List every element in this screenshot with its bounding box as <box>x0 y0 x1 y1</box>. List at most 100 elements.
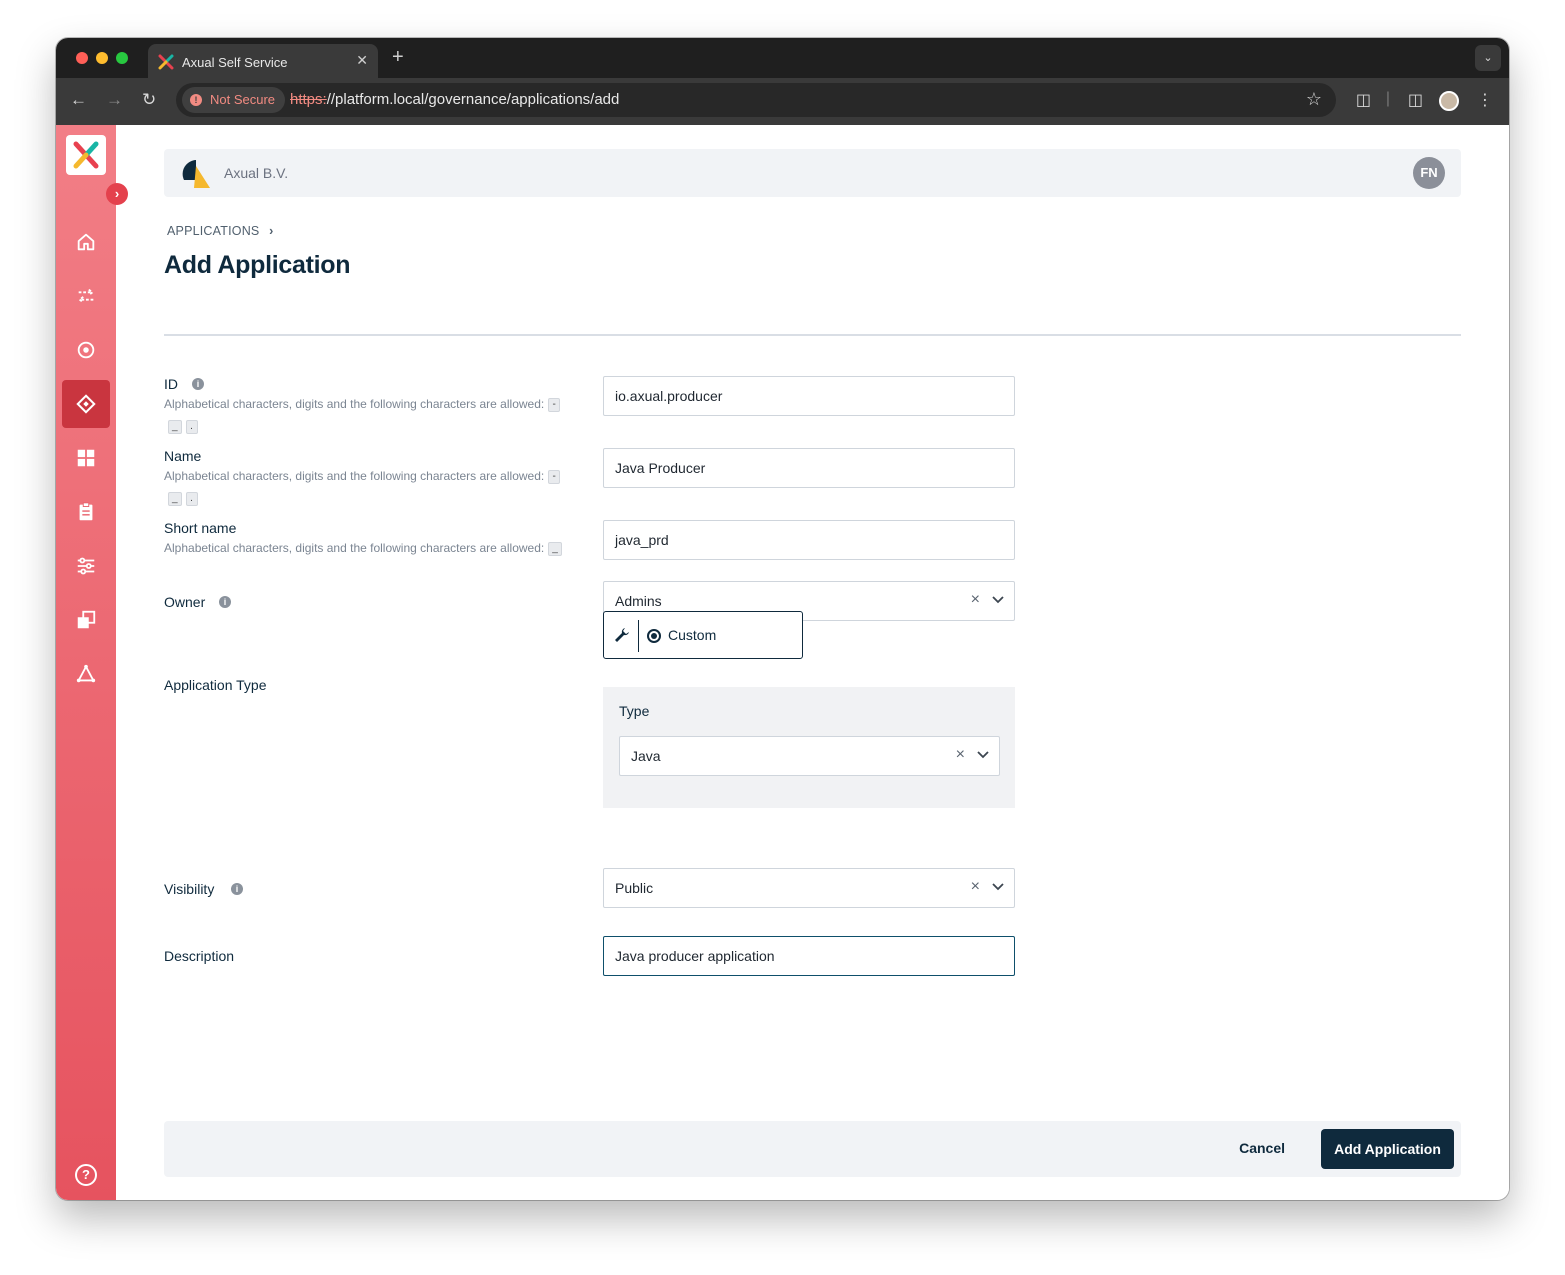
url-scheme: https: <box>290 91 327 108</box>
type-panel: Type Java × <box>603 687 1015 808</box>
page-title: Add Application <box>164 251 351 279</box>
description-label: Description <box>164 948 235 964</box>
chip-dot: . <box>185 491 198 506</box>
visibility-info-icon[interactable]: i <box>231 883 243 895</box>
type-chevron-down-icon[interactable] <box>976 747 990 761</box>
tab-title: Axual Self Service <box>182 55 288 70</box>
id-info-icon[interactable]: i <box>192 378 204 390</box>
sidebar-item-environments[interactable] <box>62 326 110 374</box>
sidebar-item-applications[interactable] <box>62 380 110 428</box>
id-label: ID <box>164 376 178 392</box>
user-avatar[interactable]: FN <box>1413 157 1445 189</box>
not-secure-icon: ! <box>190 94 202 106</box>
settings-sliders-icon <box>77 557 95 575</box>
chip-dot: . <box>185 419 198 434</box>
security-indicator[interactable]: ! Not Secure <box>182 87 286 113</box>
org-name: Axual B.V. <box>224 165 289 181</box>
breadcrumb-chevron-icon: › <box>269 224 274 238</box>
short-name-hint-text: Alphabetical characters, digits and the … <box>164 541 545 555</box>
title-divider <box>164 334 1461 336</box>
visibility-select[interactable]: Public × <box>603 868 1015 908</box>
help-icon[interactable]: ? <box>75 1164 97 1186</box>
copy-icon <box>77 610 96 629</box>
more-menu-icon[interactable]: ⋮ <box>1477 90 1493 110</box>
chip-hyphen: - <box>548 469 561 484</box>
form-footer: Cancel Add Application <box>164 1121 1461 1177</box>
side-panel-icon[interactable]: ◫ <box>1408 90 1423 110</box>
cancel-button[interactable]: Cancel <box>1239 1140 1285 1156</box>
option-separator <box>638 620 639 652</box>
custom-option-label: Custom <box>668 627 717 643</box>
url-path: //platform.local/governance/applications… <box>326 91 620 108</box>
short-name-input[interactable]: java_prd <box>603 520 1015 560</box>
owner-selected-value: Admins <box>615 593 662 609</box>
custom-radio-selected[interactable] <box>647 629 661 643</box>
type-label: Type <box>619 703 650 719</box>
dashboard-icon <box>77 449 95 467</box>
sidebar-item-copy[interactable] <box>62 596 110 644</box>
network-icon <box>76 664 96 683</box>
chip-underscore: _ <box>548 541 562 556</box>
axual-favicon-icon <box>158 54 174 70</box>
back-arrow-icon[interactable]: ← <box>70 90 87 110</box>
breadcrumb-applications-link[interactable]: APPLICATIONS <box>167 224 259 238</box>
close-window-button[interactable] <box>76 52 88 64</box>
sidebar-item-dashboard[interactable] <box>62 434 110 482</box>
chip-hyphen: - <box>548 397 561 412</box>
home-icon <box>77 233 95 251</box>
sidebar-item-settings[interactable] <box>62 542 110 590</box>
clipboard-icon <box>79 502 93 521</box>
tab-search-chevron-icon[interactable]: ⌄ <box>1475 45 1501 71</box>
sidebar: › ? <box>56 125 128 1200</box>
short-name-label: Short name <box>164 520 237 536</box>
reload-icon[interactable]: ↻ <box>142 90 156 110</box>
short-name-hint: Alphabetical characters, digits and the … <box>164 537 564 559</box>
wrench-icon <box>615 628 629 642</box>
type-clear-icon[interactable]: × <box>956 746 965 764</box>
profile-avatar[interactable] <box>1439 91 1459 111</box>
axual-logo-icon <box>73 141 99 169</box>
owner-chevron-down-icon[interactable] <box>991 592 1005 606</box>
name-hint: Alphabetical characters, digits and the … <box>164 465 564 509</box>
sidebar-item-streams[interactable] <box>62 272 110 320</box>
visibility-selected-value: Public <box>615 880 654 896</box>
chip-underscore: _ <box>168 419 182 434</box>
bookmark-star-icon[interactable]: ☆ <box>1306 89 1322 110</box>
minimize-window-button[interactable] <box>96 52 108 64</box>
new-tab-button[interactable]: + <box>392 46 404 69</box>
visibility-clear-icon[interactable]: × <box>971 878 980 896</box>
description-input[interactable]: Java producer application <box>603 936 1015 976</box>
tab-close-icon[interactable]: ✕ <box>356 52 368 69</box>
name-hint-text: Alphabetical characters, digits and the … <box>164 469 545 483</box>
name-input[interactable]: Java Producer <box>603 448 1015 488</box>
sidebar-item-network[interactable] <box>62 650 110 698</box>
url-text[interactable]: https://platform.local/governance/applic… <box>290 91 619 108</box>
browser-tab[interactable]: Axual Self Service ✕ <box>148 44 378 78</box>
chip-underscore: _ <box>168 491 182 506</box>
org-logo-icon <box>182 160 210 188</box>
axual-logo[interactable] <box>66 135 106 175</box>
browser-toolbar: ← → ↻ ! Not Secure https://platform.loca… <box>56 78 1509 125</box>
address-bar[interactable]: ! Not Secure https://platform.local/gove… <box>176 83 1336 117</box>
visibility-chevron-down-icon[interactable] <box>991 879 1005 893</box>
id-input[interactable]: io.axual.producer <box>603 376 1015 416</box>
application-type-label: Application Type <box>164 677 267 693</box>
sidebar-item-home[interactable] <box>62 218 110 266</box>
name-label: Name <box>164 448 202 464</box>
owner-label: Owner <box>164 594 206 610</box>
type-selected-value: Java <box>631 748 661 764</box>
extensions-puzzle-icon[interactable]: ◫ <box>1356 90 1371 110</box>
owner-info-icon[interactable]: i <box>219 596 231 608</box>
add-application-button[interactable]: Add Application <box>1321 1129 1454 1169</box>
maximize-window-button[interactable] <box>116 52 128 64</box>
sidebar-item-reports[interactable] <box>62 488 110 536</box>
application-type-option-custom[interactable]: Custom <box>603 611 803 659</box>
id-hint: Alphabetical characters, digits and the … <box>164 393 564 437</box>
sidebar-expand-chevron-icon[interactable]: › <box>106 183 128 205</box>
type-select[interactable]: Java × <box>619 736 1000 776</box>
forward-arrow-icon[interactable]: → <box>106 90 123 110</box>
owner-clear-icon[interactable]: × <box>971 591 980 609</box>
applications-icon <box>76 394 96 414</box>
browser-window: Axual Self Service ✕ + ⌄ ← → ↻ ! Not Sec… <box>56 38 1509 1200</box>
page-content: › ? Axual B.V. FN APPLICATIONS › Add App… <box>56 125 1509 1200</box>
